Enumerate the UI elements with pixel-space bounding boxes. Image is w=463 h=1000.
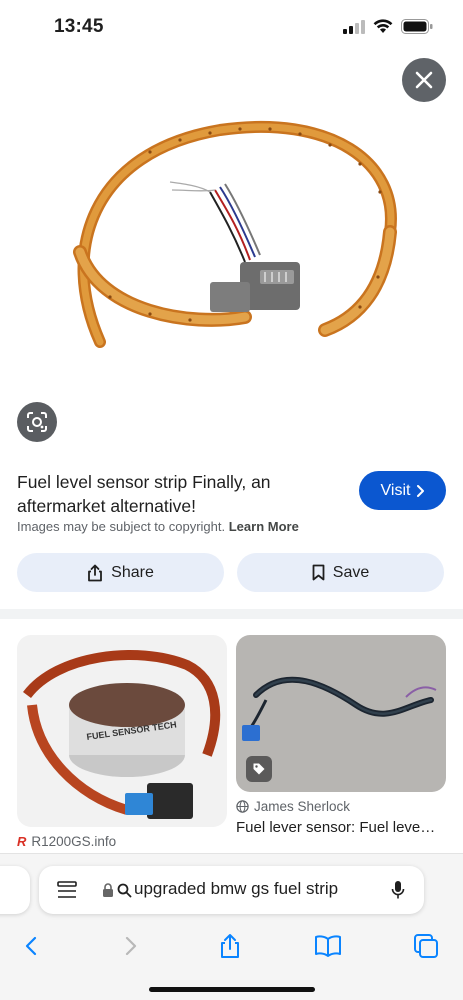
related-image-1[interactable]: FUEL SENSOR TECH [17,635,227,827]
visit-button[interactable]: Visit [359,471,446,510]
tab-icon[interactable] [57,881,77,899]
back-button[interactable] [11,926,51,966]
visit-label: Visit [380,481,411,499]
address-bar[interactable]: upgraded bmw gs fuel strip [39,866,424,914]
save-button[interactable]: Save [237,553,444,592]
back-icon [25,936,37,956]
mic-icon[interactable] [391,880,405,900]
learn-more-link[interactable]: Learn More [229,519,299,534]
r1200gs-logo-icon: R [17,834,27,849]
previous-tab-stub[interactable] [0,866,30,914]
copyright-text: Images may be subject to copyright. [17,519,226,534]
share-page-button[interactable] [210,926,250,966]
signal-icon [343,19,365,34]
wifi-icon [373,19,393,33]
related-source-2: James Sherlock [236,799,350,814]
tabs-icon [414,934,438,958]
copyright-notice: Images may be subject to copyright. Lear… [17,519,299,534]
lens-icon [27,412,47,432]
chevron-right-icon [417,484,425,497]
globe-icon [236,800,249,813]
battery-icon [401,19,433,34]
lens-button[interactable] [17,402,57,442]
browser-nav-row [0,926,463,966]
book-icon [315,935,341,957]
result-image[interactable] [60,112,405,352]
status-icons [343,19,433,34]
related-title-2[interactable]: Fuel lever sensor: Fuel leve… [236,819,446,836]
status-time: 13:45 [54,16,104,37]
lock-icon [103,883,113,897]
browser-toolbar: upgraded bmw gs fuel strip [0,853,463,1000]
forward-icon [125,936,137,956]
forward-button[interactable] [111,926,151,966]
home-indicator [149,987,315,992]
related-source-2-label: James Sherlock [254,799,351,814]
address-text[interactable]: upgraded bmw gs fuel strip [134,879,338,899]
bookmarks-button[interactable] [308,926,348,966]
tag-icon [246,756,272,782]
related-source-1-label: R1200GS.info [31,834,117,849]
share-icon [88,564,103,581]
save-label: Save [332,563,370,581]
close-icon [415,71,433,89]
result-title[interactable]: Fuel level sensor strip Finally, an afte… [17,470,337,518]
section-divider [0,609,463,619]
tabs-button[interactable] [406,926,446,966]
close-button[interactable] [402,58,446,102]
share-page-icon [221,934,239,958]
fuel-sensor-kit-image: FUEL SENSOR TECH [23,650,221,819]
share-label: Share [111,563,154,581]
related-image-2[interactable] [236,635,446,792]
share-button[interactable]: Share [17,553,224,592]
related-source-1: R R1200GS.info [17,834,116,849]
status-bar: 13:45 [0,0,463,54]
bookmark-icon [312,564,325,581]
search-icon [117,883,132,898]
